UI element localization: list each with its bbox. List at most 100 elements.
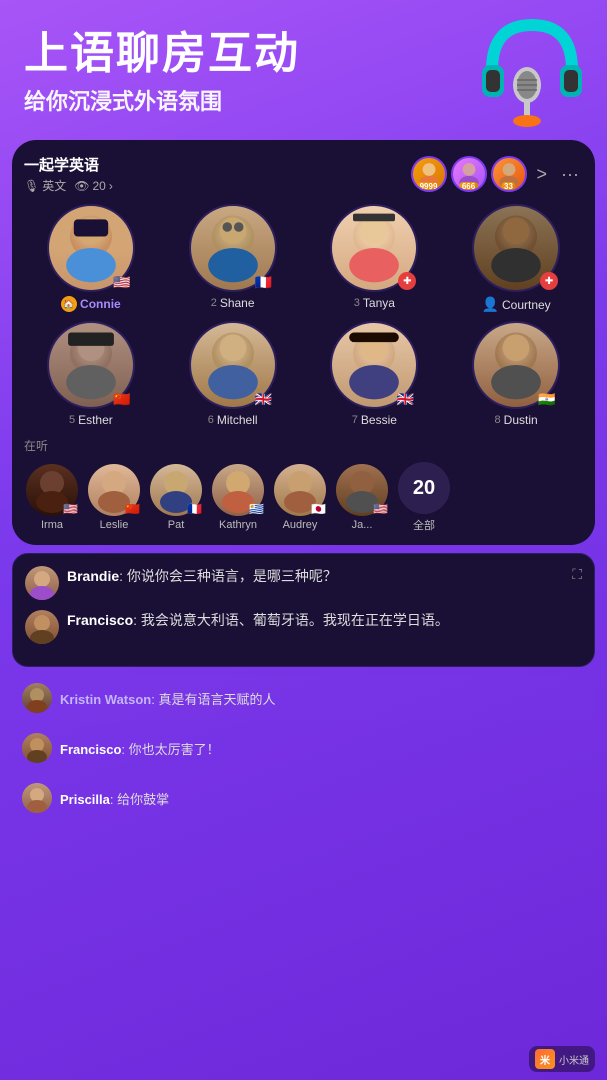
speaker-name-courtney: 👤 Courtney	[482, 296, 551, 313]
listener-flag-audrey: 🇯🇵	[311, 502, 326, 516]
listener-more[interactable]: 20 全部	[396, 462, 452, 533]
speaker-avatar-wrap: 🇬🇧	[189, 321, 277, 409]
listener-flag-leslie: 🇨🇳	[125, 502, 140, 516]
host-badge: 🏠	[61, 296, 77, 312]
listener-name-pat: Pat	[168, 519, 185, 531]
listener-name-ja: Ja...	[352, 519, 373, 531]
speaker-flag-bessie: 🇬🇧	[394, 392, 416, 407]
listener-avatar-wrap: 🇯🇵	[274, 464, 326, 516]
listener-avatar-wrap: 🇺🇸	[336, 464, 388, 516]
speaker-flag-tanya: ✚	[398, 272, 416, 290]
bottom-chat-francisco: Francisco: 你也太厉害了！	[12, 725, 595, 771]
speaker-bessie[interactable]: 🇬🇧 7 Bessie	[308, 321, 442, 427]
room-info: 一起学英语 🎙 英文 👁 20 ›	[24, 154, 411, 194]
expand-icon[interactable]: ⛶	[572, 566, 582, 583]
top-users: 9999 666 33	[411, 156, 527, 192]
bottom-chat-text-kristin: Kristin Watson: 真是有语言天赋的人	[60, 689, 585, 708]
top-user-3[interactable]: 33	[491, 156, 527, 192]
bottom-chat-avatar-francisco	[22, 733, 52, 763]
mic-icon: 🎙	[24, 179, 39, 193]
room-header: 一起学英语 🎙 英文 👁 20 › 9999	[24, 154, 583, 194]
speaker-shane[interactable]: 🇫🇷 2 Shane	[166, 204, 300, 313]
listener-name-audrey: Audrey	[283, 519, 318, 531]
room-name: 一起学英语	[24, 154, 411, 175]
speaker-avatar-wrap: ✚	[330, 204, 418, 292]
chat-avatar-2	[25, 610, 59, 644]
hero-section: 上语聊房互动 给你沉浸式外语氛围	[0, 0, 607, 126]
bottom-chat-avatar-priscilla	[22, 783, 52, 813]
listeners-section: 在听 🇺🇸 Irma 🇨🇳	[24, 437, 583, 533]
dots-button[interactable]: ···	[557, 160, 583, 189]
speaker-flag-mitchell: 🇬🇧	[253, 392, 275, 407]
all-count[interactable]: 20	[398, 462, 450, 514]
listener-irma[interactable]: 🇺🇸 Irma	[24, 464, 80, 531]
speaker-name-tanya: 3 Tanya	[354, 296, 395, 310]
listener-audrey[interactable]: 🇯🇵 Audrey	[272, 464, 328, 531]
speaker-avatar-wrap: 🇫🇷	[189, 204, 277, 292]
bottom-chat-avatar-kristin	[22, 683, 52, 713]
speaker-flag-esther: 🇨🇳	[111, 392, 133, 407]
speaker-tanya[interactable]: ✚ 3 Tanya	[308, 204, 442, 313]
room-meta: 🎙 英文 👁 20 ›	[24, 177, 411, 194]
speaker-avatar-wrap: 🇺🇸	[47, 204, 135, 292]
listener-avatar-wrap: 🇺🇸	[26, 464, 78, 516]
listener-flag-pat: 🇫🇷	[187, 502, 202, 516]
speaker-flag-shane: 🇫🇷	[253, 275, 275, 290]
bottom-chat-kristin: Kristin Watson: 真是有语言天赋的人	[12, 675, 595, 721]
listeners-row: 🇺🇸 Irma 🇨🇳 Leslie	[24, 462, 583, 533]
chevron-icon: ›	[109, 179, 113, 193]
watermark: 米 小米通	[529, 1046, 595, 1072]
listener-ja[interactable]: 🇺🇸 Ja...	[334, 464, 390, 531]
decoration	[467, 10, 597, 140]
main-card: 一起学英语 🎙 英文 👁 20 › 9999	[12, 140, 595, 545]
speaker-dustin[interactable]: 🇮🇳 8 Dustin	[449, 321, 583, 427]
speaker-flag-dustin: 🇮🇳	[536, 392, 558, 407]
listener-name-irma: Irma	[41, 519, 63, 531]
user-icon: 👤	[482, 296, 499, 313]
speaker-name-bessie: 7 Bessie	[352, 413, 397, 427]
speaker-esther[interactable]: 🇨🇳 5 Esther	[24, 321, 158, 427]
watermark-icon: 米	[535, 1049, 555, 1069]
bottom-chat-priscilla: Priscilla: 给你鼓掌	[12, 775, 595, 821]
listener-leslie[interactable]: 🇨🇳 Leslie	[86, 464, 142, 531]
room-viewers: 👁 20 ›	[74, 179, 113, 193]
speaker-avatar-wrap: 🇨🇳	[47, 321, 135, 409]
speaker-flag-courtney: ✚	[540, 272, 558, 290]
speaker-avatar-wrap: 🇬🇧	[330, 321, 418, 409]
listener-pat[interactable]: 🇫🇷 Pat	[148, 464, 204, 531]
speaker-flag-connie: 🇺🇸	[111, 275, 133, 290]
more-button[interactable]: >	[533, 160, 552, 189]
eye-icon: 👁	[74, 179, 89, 193]
chat-content-1: Brandie: 你说你会三种语言，是哪三种呢？	[67, 566, 337, 587]
speaker-avatar-wrap: 🇮🇳	[472, 321, 560, 409]
listener-avatar-wrap: 🇺🇾	[212, 464, 264, 516]
room-language: 🎙 英文	[24, 177, 66, 194]
listener-name-leslie: Leslie	[100, 519, 129, 531]
room-actions: 9999 666 33 > ···	[411, 156, 584, 192]
bottom-chat-text-francisco: Francisco: 你也太厉害了！	[60, 739, 585, 758]
listener-flag-irma: 🇺🇸	[63, 502, 78, 516]
chat-content-2: Francisco: 我会说意大利语、葡萄牙语。我现在正在学日语。	[67, 610, 449, 631]
chat-message-1: Brandie: 你说你会三种语言，是哪三种呢？	[25, 566, 572, 600]
top-user-2[interactable]: 666	[451, 156, 487, 192]
top-user-1[interactable]: 9999	[411, 156, 447, 192]
watermark-text: 小米通	[559, 1052, 589, 1067]
speaker-name-esther: 5 Esther	[69, 413, 113, 427]
listener-flag-kathryn: 🇺🇾	[249, 502, 264, 516]
listener-avatar-wrap: 🇨🇳	[88, 464, 140, 516]
speaker-mitchell[interactable]: 🇬🇧 6 Mitchell	[166, 321, 300, 427]
speaker-name-connie: 🏠 Connie	[61, 296, 121, 312]
bottom-chat-text-priscilla: Priscilla: 给你鼓掌	[60, 789, 585, 808]
speaker-name-mitchell: 6 Mitchell	[208, 413, 258, 427]
chat-avatar-1	[25, 566, 59, 600]
all-label: 全部	[413, 517, 435, 533]
listener-name-kathryn: Kathryn	[219, 519, 257, 531]
listener-avatar-wrap: 🇫🇷	[150, 464, 202, 516]
chat-message-2: Francisco: 我会说意大利语、葡萄牙语。我现在正在学日语。	[25, 610, 582, 644]
speaker-courtney[interactable]: ✚ 👤 Courtney	[449, 204, 583, 313]
listener-kathryn[interactable]: 🇺🇾 Kathryn	[210, 464, 266, 531]
chat-section: ⛶ Brandie: 你说你会三种语言，是哪三种呢？ Francisco: 我会…	[12, 553, 595, 667]
speaker-name-dustin: 8 Dustin	[495, 413, 538, 427]
speaker-avatar-wrap: ✚	[472, 204, 560, 292]
speaker-connie[interactable]: 🇺🇸 🏠 Connie	[24, 204, 158, 313]
